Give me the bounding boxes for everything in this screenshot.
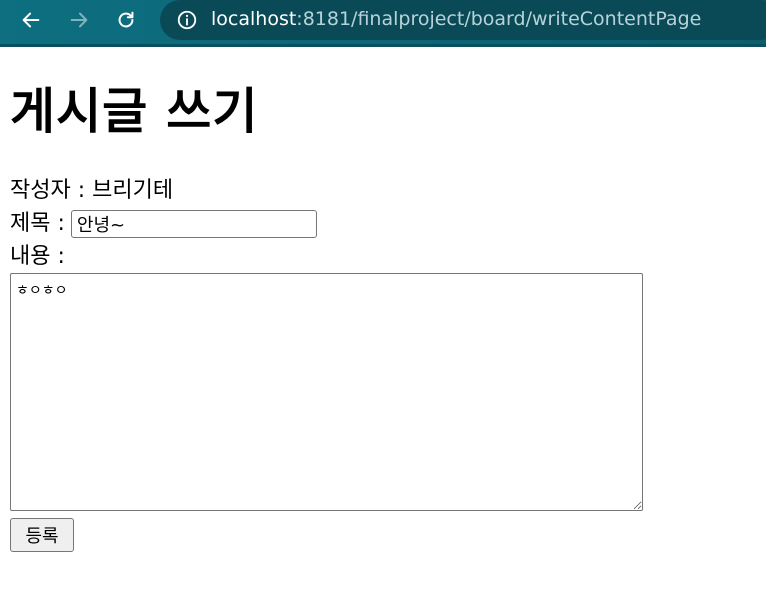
forward-arrow-icon xyxy=(70,12,88,28)
content-textarea[interactable]: ㅎㅇㅎㅇ xyxy=(10,273,643,511)
title-input[interactable] xyxy=(70,210,317,238)
content-label: 내용 : xyxy=(10,244,65,269)
back-button[interactable] xyxy=(16,5,46,35)
url-text[interactable]: localhost:8181/finalproject/board/writeC… xyxy=(211,7,701,31)
title-label: 제목 : xyxy=(10,211,65,236)
title-row: 제목 : xyxy=(10,210,317,238)
reload-button[interactable] xyxy=(111,5,141,35)
back-arrow-icon xyxy=(22,12,40,28)
submit-button[interactable]: 등록 xyxy=(10,518,74,552)
url-host: localhost xyxy=(211,8,297,30)
reload-icon xyxy=(118,11,134,28)
page-title: 게시글 쓰기 xyxy=(10,83,259,140)
browser-toolbar: localhost:8181/finalproject/board/writeC… xyxy=(0,0,766,47)
forward-button[interactable] xyxy=(64,5,94,35)
url-path: :8181/finalproject/board/writeContentPag… xyxy=(296,8,702,30)
author-line: 작성자 : 브리기테 xyxy=(10,178,174,203)
info-icon[interactable] xyxy=(176,9,198,31)
